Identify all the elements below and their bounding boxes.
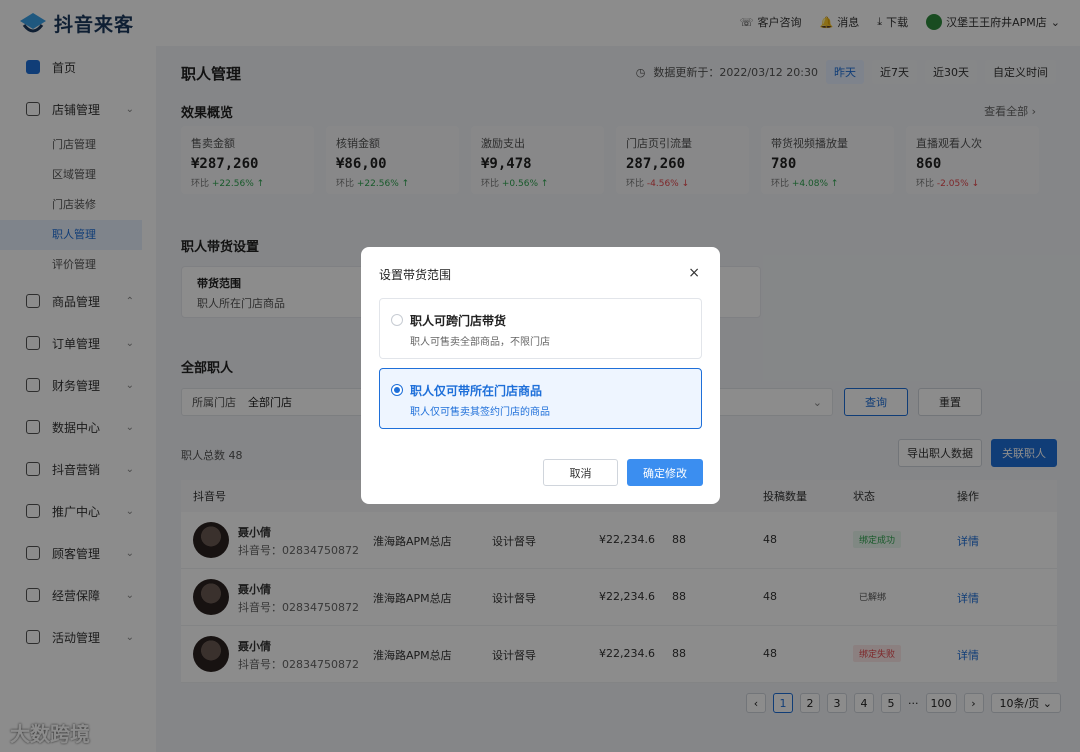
modal-title: 设置带货范围 <box>379 268 452 282</box>
radio-button[interactable] <box>391 314 403 326</box>
option-cross-store[interactable]: 职人可跨门店带货 职人可售卖全部商品，不限门店 <box>379 298 702 359</box>
confirm-button[interactable]: 确定修改 <box>627 459 703 486</box>
radio-button-selected[interactable] <box>391 384 403 396</box>
option-own-store-only[interactable]: 职人仅可带所在门店商品 职人仅可售卖其签约门店的商品 <box>379 368 702 429</box>
cancel-button[interactable]: 取消 <box>543 459 618 486</box>
close-icon[interactable]: × <box>688 265 700 281</box>
sales-scope-modal: 设置带货范围 × 职人可跨门店带货 职人可售卖全部商品，不限门店 职人仅可带所在… <box>361 247 720 504</box>
